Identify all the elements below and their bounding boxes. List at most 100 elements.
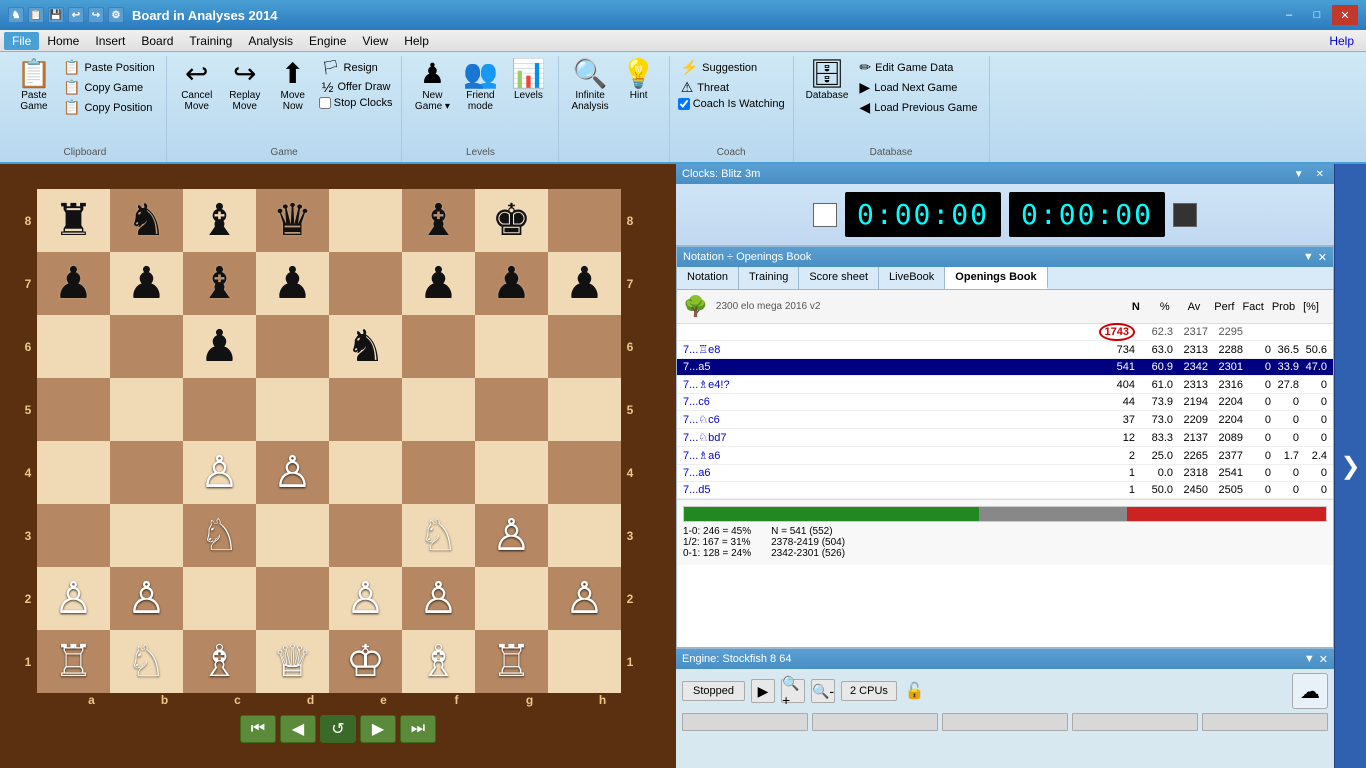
move-label-4[interactable]: 7...♘c6 xyxy=(683,413,1095,426)
coach-watching-input[interactable] xyxy=(678,98,690,110)
database-btn[interactable]: 🗄 Database xyxy=(802,58,853,103)
square-h2[interactable]: ♙ xyxy=(548,567,621,630)
square-g4[interactable] xyxy=(475,441,548,504)
suggestion-btn[interactable]: ⚡ Suggestion xyxy=(678,58,785,77)
move-label-1[interactable]: 7...a5 xyxy=(683,361,1095,373)
square-e5[interactable] xyxy=(329,378,402,441)
resign-btn[interactable]: 🏳 Resign xyxy=(319,58,394,77)
infinite-analysis-btn[interactable]: 🔍 InfiniteAnalysis xyxy=(567,58,612,114)
square-c5[interactable] xyxy=(183,378,256,441)
nav-flip-btn[interactable]: ↺ xyxy=(320,715,356,743)
move-row-2[interactable]: 7...♗e4!?40461.023132316027.80 xyxy=(677,376,1333,394)
square-f1[interactable]: ♗ xyxy=(402,630,475,693)
square-b1[interactable]: ♘ xyxy=(110,630,183,693)
stop-clocks-input[interactable] xyxy=(319,97,331,109)
square-a3[interactable] xyxy=(37,504,110,567)
tab-livebook[interactable]: LiveBook xyxy=(879,267,945,289)
square-h7[interactable]: ♟ xyxy=(548,252,621,315)
square-f6[interactable] xyxy=(402,315,475,378)
square-c7[interactable]: ♝ xyxy=(183,252,256,315)
tab-notation[interactable]: Notation xyxy=(677,267,739,289)
square-b5[interactable] xyxy=(110,378,183,441)
square-e4[interactable] xyxy=(329,441,402,504)
paste-position-btn[interactable]: 📋 Paste Position xyxy=(60,58,158,77)
menu-engine[interactable]: Engine xyxy=(301,32,354,50)
friend-mode-btn[interactable]: 👥 Friendmode xyxy=(458,58,502,114)
square-f3[interactable]: ♘ xyxy=(402,504,475,567)
threat-btn[interactable]: ⚠ Threat xyxy=(678,78,785,97)
engine-zoom-in-btn[interactable]: 🔍+ xyxy=(781,679,805,703)
menu-analysis[interactable]: Analysis xyxy=(240,32,301,50)
square-e6[interactable]: ♞ xyxy=(329,315,402,378)
square-d2[interactable] xyxy=(256,567,329,630)
square-f2[interactable]: ♙ xyxy=(402,567,475,630)
move-row-6[interactable]: 7...♗a6225.02265237701.72.4 xyxy=(677,447,1333,465)
move-row-5[interactable]: 7...♘bd71283.321372089000 xyxy=(677,429,1333,447)
move-row-8[interactable]: 7...d5150.024502505000 xyxy=(677,482,1333,499)
tab-scoresheet[interactable]: Score sheet xyxy=(799,267,879,289)
menu-board[interactable]: Board xyxy=(133,32,181,50)
save-icon[interactable]: 💾 xyxy=(48,7,64,23)
move-label-6[interactable]: 7...♗a6 xyxy=(683,449,1095,462)
square-h8[interactable] xyxy=(548,189,621,252)
engine-close-btn[interactable]: ✕ xyxy=(1319,653,1328,666)
load-next-game-btn[interactable]: ▶ Load Next Game xyxy=(856,78,980,97)
coach-watching-check[interactable]: Coach Is Watching xyxy=(678,98,785,110)
stop-clocks-check[interactable]: Stop Clocks xyxy=(319,97,394,109)
square-b6[interactable] xyxy=(110,315,183,378)
right-arrow-btn[interactable]: ❯ xyxy=(1334,164,1366,768)
nav-last-btn[interactable]: ⏭ xyxy=(400,715,436,743)
menu-training[interactable]: Training xyxy=(181,32,240,50)
square-a6[interactable] xyxy=(37,315,110,378)
square-b3[interactable] xyxy=(110,504,183,567)
square-b2[interactable]: ♙ xyxy=(110,567,183,630)
square-d4[interactable]: ♙ xyxy=(256,441,329,504)
paste-game-btn[interactable]: 📋 PasteGame xyxy=(12,58,56,114)
square-a8[interactable]: ♜ xyxy=(37,189,110,252)
square-g6[interactable] xyxy=(475,315,548,378)
edit-game-data-btn[interactable]: ✏ Edit Game Data xyxy=(856,58,980,77)
square-c6[interactable]: ♟ xyxy=(183,315,256,378)
square-h4[interactable] xyxy=(548,441,621,504)
engine-zoom-out-btn[interactable]: 🔍- xyxy=(811,679,835,703)
nav-first-btn[interactable]: ⏮ xyxy=(240,715,276,743)
square-e2[interactable]: ♙ xyxy=(329,567,402,630)
square-h1[interactable] xyxy=(548,630,621,693)
move-label-2[interactable]: 7...♗e4!? xyxy=(683,378,1095,391)
move-now-btn[interactable]: ⬆ MoveNow xyxy=(271,58,315,114)
move-row-7[interactable]: 7...a610.023182541000 xyxy=(677,465,1333,482)
nav-next-btn[interactable]: ▶ xyxy=(360,715,396,743)
square-b4[interactable] xyxy=(110,441,183,504)
square-g1[interactable]: ♖ xyxy=(475,630,548,693)
square-g7[interactable]: ♟ xyxy=(475,252,548,315)
menu-help[interactable]: Help xyxy=(396,32,437,50)
clocks-expand-btn[interactable]: ▼ xyxy=(1290,169,1308,180)
settings-icon[interactable]: ⚙ xyxy=(108,7,124,23)
menu-file[interactable]: File xyxy=(4,32,39,50)
minimize-btn[interactable]: – xyxy=(1276,5,1302,25)
close-btn[interactable]: ✕ xyxy=(1332,5,1358,25)
nav-prev-btn[interactable]: ◀ xyxy=(280,715,316,743)
copy-game-btn[interactable]: 📋 Copy Game xyxy=(60,78,158,97)
square-e7[interactable] xyxy=(329,252,402,315)
square-a7[interactable]: ♟ xyxy=(37,252,110,315)
move-row-4[interactable]: 7...♘c63773.022092204000 xyxy=(677,411,1333,429)
move-row-0[interactable]: 7...♖e873463.023132288036.550.6 xyxy=(677,341,1333,359)
square-d8[interactable]: ♛ xyxy=(256,189,329,252)
load-prev-game-btn[interactable]: ◀ Load Previous Game xyxy=(856,98,980,117)
square-a4[interactable] xyxy=(37,441,110,504)
redo-icon[interactable]: ↪ xyxy=(88,7,104,23)
engine-play-btn[interactable]: ▶ xyxy=(751,679,775,703)
notation-close-btn[interactable]: ✕ xyxy=(1318,251,1327,264)
offer-draw-btn[interactable]: ½ Offer Draw xyxy=(319,78,394,96)
cancel-move-btn[interactable]: ↩ CancelMove xyxy=(175,58,219,114)
menu-view[interactable]: View xyxy=(354,32,396,50)
move-label-3[interactable]: 7...c6 xyxy=(683,396,1095,408)
tab-openings[interactable]: Openings Book xyxy=(945,267,1047,289)
square-b7[interactable]: ♟ xyxy=(110,252,183,315)
square-a2[interactable]: ♙ xyxy=(37,567,110,630)
square-d6[interactable] xyxy=(256,315,329,378)
square-g8[interactable]: ♚ xyxy=(475,189,548,252)
square-c3[interactable]: ♘ xyxy=(183,504,256,567)
square-c1[interactable]: ♗ xyxy=(183,630,256,693)
